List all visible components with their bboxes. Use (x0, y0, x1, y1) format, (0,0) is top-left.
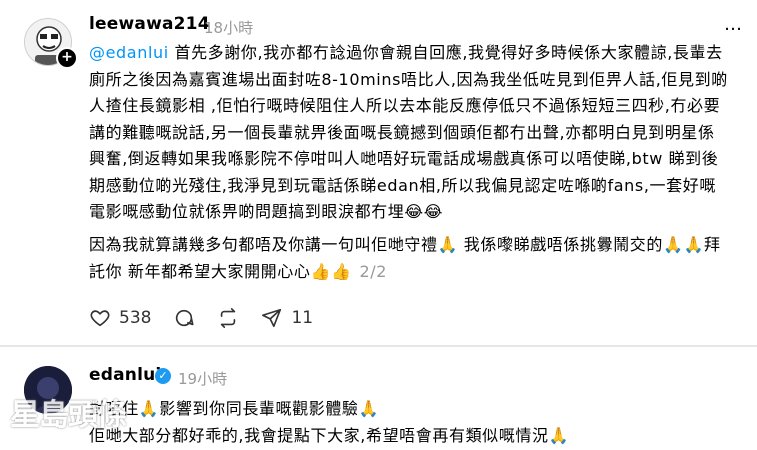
watermark-logo: 星島頭條 (10, 398, 127, 433)
reply-post-leewawa214: + leewawa214 18小時 … @edanlui 首先多謝你,我亦都冇諗… (0, 0, 757, 346)
repost-button[interactable] (217, 307, 239, 329)
timestamp[interactable]: 18小時 (204, 17, 253, 38)
share-icon (261, 307, 283, 329)
action-bar: 538 11 (89, 305, 335, 331)
post-body-text-2: 因為我就算講幾多句都唔及你講一句叫佢哋守禮🙏 我係嚟睇戲唔係挑釁鬧交的🙏🙏拜託你… (89, 235, 721, 281)
post-body-continued: 因為我就算講幾多句都唔及你講一句叫佢哋守禮🙏 我係嚟睇戲唔係挑釁鬧交的🙏🙏拜託你… (89, 232, 729, 286)
repost-icon (217, 307, 239, 329)
username[interactable]: leewawa214 (89, 14, 210, 34)
timestamp[interactable]: 19小時 (178, 368, 227, 389)
heart-icon (89, 307, 111, 329)
share-button[interactable]: 11 (261, 307, 313, 329)
more-icon[interactable]: … (724, 14, 743, 35)
post-body: 對唔住🙏影響到你同長輩嘅觀影體驗🙏 佢哋大部分都好乖的,我會提點下大家,希望唔會… (89, 399, 570, 445)
follow-plus-icon[interactable]: + (56, 47, 78, 69)
post-body-text: 首先多謝你,我亦都冇諗過你會親自回應,我覺得好多時候係大家體諒,長輩去廁所之後因… (89, 43, 728, 221)
username[interactable]: edanlui (89, 365, 161, 385)
like-count: 538 (119, 308, 152, 328)
comment-button[interactable] (173, 307, 195, 329)
repost-count: 11 (291, 308, 314, 328)
post-body: @edanlui 首先多謝你,我亦都冇諗過你會親自回應,我覺得好多時候係大家體諒… (89, 40, 729, 222)
comment-icon (173, 307, 195, 329)
verified-icon: ✓ (155, 368, 171, 384)
like-button[interactable]: 538 (89, 307, 151, 329)
mention-link[interactable]: @edanlui (89, 43, 169, 62)
page-counter: 2/2 (359, 261, 388, 281)
